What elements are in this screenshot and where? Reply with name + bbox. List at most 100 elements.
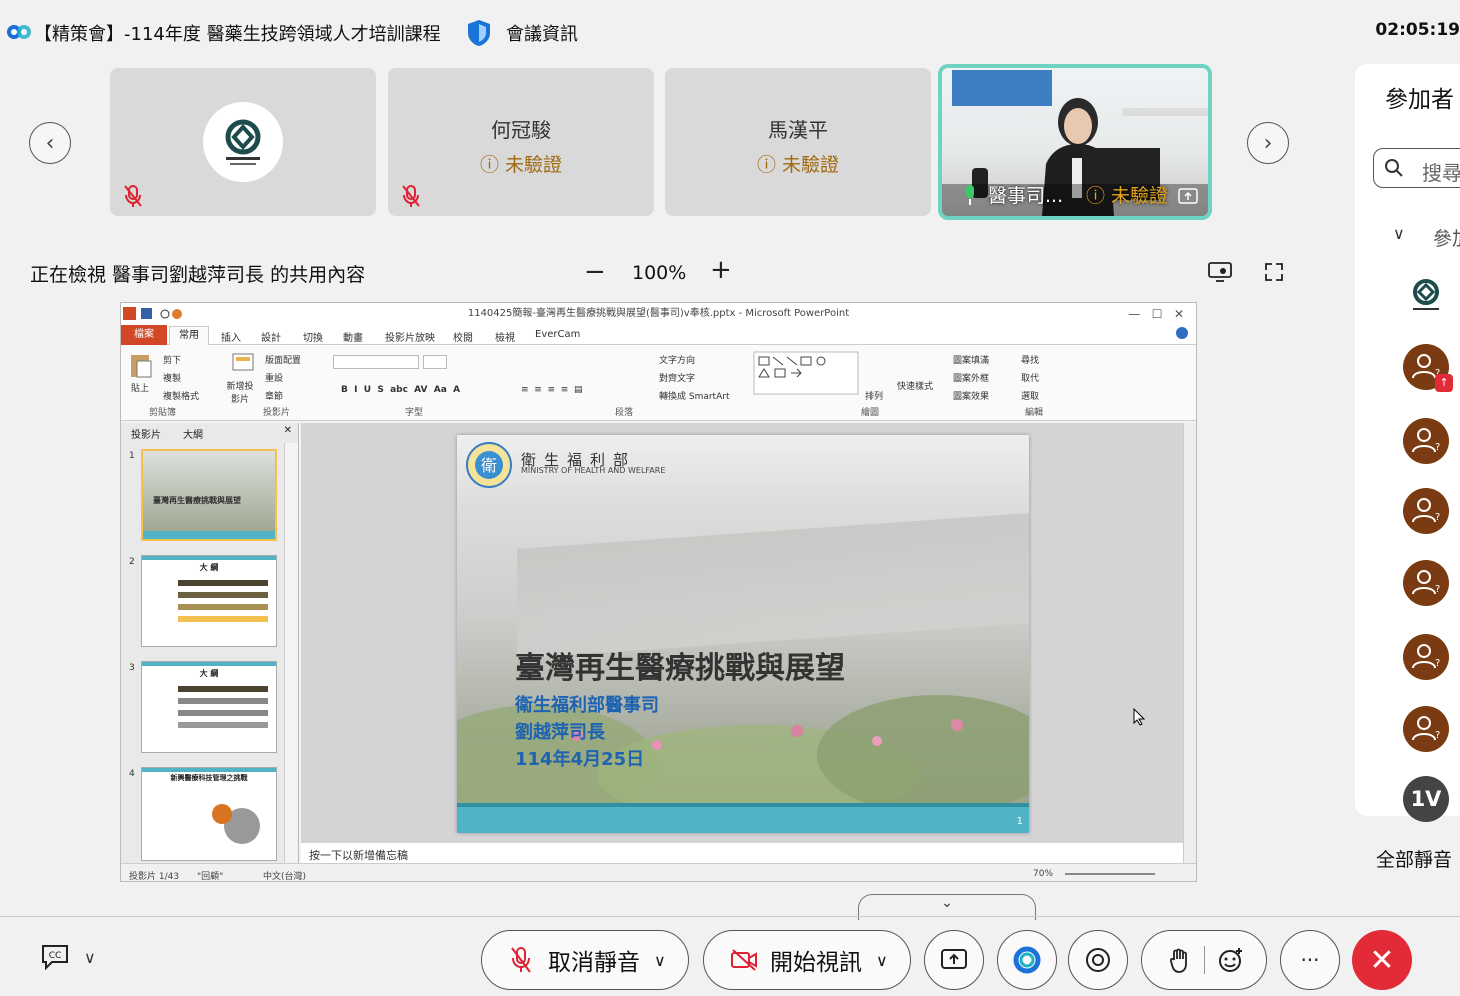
align-text-button[interactable]: 對齊文字: [659, 371, 695, 384]
tab-evercam[interactable]: EverCam: [535, 329, 580, 340]
tab-slides[interactable]: 投影片: [131, 426, 161, 441]
close-panel-icon[interactable]: ✕: [284, 425, 292, 436]
smartart-button[interactable]: 轉換成 SmartArt: [659, 389, 729, 402]
reactions-button[interactable]: [1141, 930, 1267, 990]
participant-group-label[interactable]: 參加者: [1433, 224, 1460, 251]
chevron-down-icon[interactable]: ∨: [1393, 224, 1405, 243]
copy-button[interactable]: 複製: [163, 371, 181, 384]
cut-button[interactable]: 剪下: [163, 353, 181, 366]
select-button[interactable]: 選取: [1021, 389, 1039, 402]
replace-button[interactable]: 取代: [1021, 371, 1039, 384]
shape-fill-button[interactable]: 圖案填滿: [953, 353, 989, 366]
thumb-bar: [143, 531, 275, 539]
help-icon[interactable]: [1176, 327, 1188, 339]
font-size-select[interactable]: [423, 355, 447, 369]
slide-scrollbar[interactable]: [1183, 423, 1196, 863]
paste-icon[interactable]: [129, 351, 153, 379]
tab-insert[interactable]: 插入: [221, 329, 241, 344]
thumb-scrollbar[interactable]: [284, 443, 298, 863]
zoom-out-button[interactable]: −: [584, 257, 606, 287]
participants-panel: 參加者 搜尋 ∨ 參加者 ? ↑ ? ? ? ? ? 1V: [1355, 64, 1460, 822]
quick-styles-button[interactable]: 快速樣式: [897, 379, 933, 392]
paragraph-align-buttons[interactable]: ≡ ≡ ≡ ≡ ▤: [521, 385, 583, 395]
meeting-info-link[interactable]: 會議資訊: [506, 20, 578, 46]
format-painter-button[interactable]: 複製格式: [163, 389, 199, 402]
slide-presenter: 劉越萍司長: [515, 722, 605, 743]
section-button[interactable]: 章節: [265, 389, 283, 402]
tab-file[interactable]: 檔案: [121, 325, 167, 345]
new-slide-icon[interactable]: [231, 351, 255, 375]
unmute-button[interactable]: 取消靜音 ∨: [481, 930, 689, 990]
ai-assistant-button[interactable]: [997, 930, 1057, 990]
font-name-select[interactable]: [333, 355, 419, 369]
fullscreen-icon[interactable]: [1264, 262, 1284, 282]
svg-text:?: ?: [1435, 730, 1440, 741]
zoom-in-button[interactable]: +: [710, 255, 732, 285]
avatar[interactable]: ?: [1403, 488, 1449, 534]
record-button[interactable]: [1068, 930, 1128, 990]
avatar[interactable]: ? ↑: [1403, 344, 1453, 392]
tab-review[interactable]: 校閱: [453, 329, 473, 344]
text-direction-button[interactable]: 文字方向: [659, 353, 695, 366]
slide-thumbnail[interactable]: 大 綱: [141, 661, 277, 753]
avatar[interactable]: ?: [1403, 706, 1449, 752]
zoom-slider[interactable]: [1065, 873, 1155, 875]
closed-captions-icon[interactable]: CC: [40, 944, 70, 970]
shield-icon[interactable]: [466, 18, 492, 48]
slide-thumbnail[interactable]: 新興醫療科技管理之挑戰: [141, 767, 277, 861]
avatar[interactable]: [1403, 274, 1449, 320]
chevron-down-icon[interactable]: ∨: [84, 948, 96, 967]
thumb-number: 2: [129, 557, 135, 567]
avatar[interactable]: ?: [1403, 634, 1449, 680]
tab-transitions[interactable]: 切換: [303, 329, 323, 344]
participant-tile[interactable]: 馬漢平 ⓘ 未驗證: [665, 68, 931, 216]
unverified-label: 未驗證: [505, 154, 563, 176]
emoji-reaction-icon[interactable]: [1217, 946, 1245, 974]
tab-animations[interactable]: 動畫: [343, 329, 363, 344]
shape-outline-button[interactable]: 圖案外框: [953, 371, 989, 384]
tab-design[interactable]: 設計: [261, 329, 281, 344]
svg-text:?: ?: [1435, 512, 1440, 523]
share-options-icon[interactable]: [1208, 262, 1232, 282]
raise-hand-icon[interactable]: [1168, 946, 1192, 974]
slide-footer-bar: [457, 803, 1029, 833]
chevron-down-icon[interactable]: ∨: [876, 951, 888, 970]
active-speaker-video[interactable]: 醫事司... ⓘ 未驗證: [938, 64, 1212, 220]
start-video-button[interactable]: 開始視訊 ∨: [703, 930, 911, 990]
next-arrow-button[interactable]: ›: [1247, 122, 1289, 164]
tab-view[interactable]: 檢視: [495, 329, 515, 344]
avatar[interactable]: 1V: [1403, 776, 1449, 822]
tab-slideshow[interactable]: 投影片放映: [385, 329, 435, 344]
prev-arrow-button[interactable]: ‹: [29, 122, 71, 164]
leave-meeting-button[interactable]: ✕: [1352, 930, 1412, 990]
arrange-button[interactable]: 排列: [865, 389, 883, 402]
tab-home[interactable]: 常用: [169, 326, 209, 345]
user-unverified-icon: ?: [1412, 570, 1440, 595]
paste-label[interactable]: 貼上: [131, 381, 149, 394]
reset-button[interactable]: 重設: [265, 371, 283, 384]
avatar[interactable]: ?: [1403, 560, 1449, 606]
current-slide[interactable]: 衛 衛生福利部 MINISTRY OF HEALTH AND WELFARE 臺…: [457, 435, 1029, 833]
find-button[interactable]: 尋找: [1021, 353, 1039, 366]
participant-tile-org[interactable]: [110, 68, 376, 216]
participant-tile[interactable]: 何冠駿 ⓘ 未驗證: [388, 68, 654, 216]
shape-effects-button[interactable]: 圖案效果: [953, 389, 989, 402]
notes-pane[interactable]: 按一下以新增備忘稿: [301, 843, 1183, 863]
share-content-button[interactable]: [924, 930, 984, 990]
chevron-down-icon[interactable]: ∨: [654, 951, 666, 970]
mute-all-button[interactable]: 全部靜音: [1376, 845, 1452, 872]
participant-search-input[interactable]: 搜尋: [1373, 148, 1460, 188]
slide-thumbnail[interactable]: 臺灣再生醫療挑戰與展望: [141, 449, 277, 541]
webex-logo-icon: [7, 25, 31, 39]
avatar[interactable]: ?: [1403, 418, 1449, 464]
font-format-buttons[interactable]: B I U S abc AV Aa A: [341, 385, 460, 395]
shapes-gallery-icon[interactable]: [753, 351, 859, 395]
layout-button[interactable]: 版面配置: [265, 353, 301, 366]
slide-thumbnail[interactable]: 大 綱: [141, 555, 277, 647]
popout-icon[interactable]: [1178, 188, 1198, 204]
svg-text:?: ?: [1435, 442, 1440, 453]
tab-outline[interactable]: 大綱: [183, 426, 203, 441]
new-slide-label[interactable]: 新增投影片: [225, 379, 255, 405]
more-options-button[interactable]: ···: [1280, 930, 1340, 990]
sharing-badge-icon: ↑: [1435, 374, 1453, 392]
